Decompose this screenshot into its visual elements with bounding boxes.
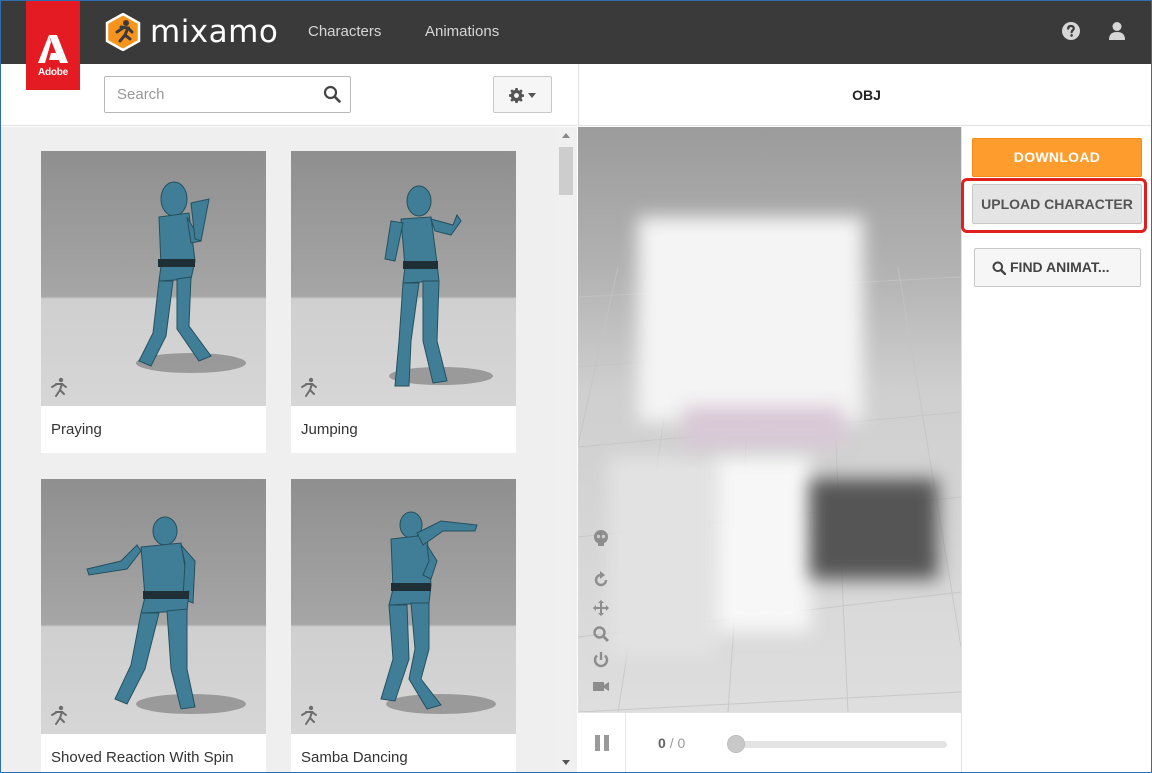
search-icon <box>992 261 1006 275</box>
timeline-slider-handle[interactable] <box>727 735 745 753</box>
action-sidebar: DOWNLOAD UPLOAD CHARACTER FIND ANIMAT... <box>961 127 1151 772</box>
running-figure-icon <box>301 377 317 397</box>
download-button[interactable]: DOWNLOAD <box>972 138 1142 177</box>
help-icon[interactable] <box>1061 21 1081 41</box>
animation-card-praying[interactable]: Praying <box>41 151 266 453</box>
scroll-down-arrow-icon[interactable] <box>562 760 570 765</box>
brand-name: mixamo <box>150 14 279 50</box>
current-frame: 0 <box>658 735 666 751</box>
3d-viewport[interactable] <box>578 127 961 712</box>
mixamo-app: mixamo Characters Animations Adobe Searc… <box>0 0 1152 773</box>
search-input[interactable] <box>105 77 315 112</box>
mixamo-logo[interactable]: mixamo <box>104 12 278 52</box>
animation-name: Praying <box>51 421 102 438</box>
search-box <box>104 76 351 113</box>
animation-grid: Praying Jumping Shoved Reaction With Spi… <box>1 127 577 772</box>
find-animations-button[interactable]: FIND ANIMAT... <box>974 248 1141 287</box>
frame-counter: 0 / 0 <box>658 735 685 751</box>
adobe-label: Adobe <box>37 67 69 78</box>
nav-animations-link[interactable]: Animations <box>425 23 499 40</box>
camera-icon[interactable] <box>592 677 610 695</box>
running-figure-icon <box>51 705 67 725</box>
blurred-region <box>716 457 811 632</box>
animation-thumbnail <box>41 479 266 734</box>
blurred-region <box>683 407 843 447</box>
pause-icon[interactable] <box>594 735 610 751</box>
character-preview-samba-dancing <box>380 511 496 714</box>
character-preview-praying <box>136 181 246 373</box>
nav-characters-link[interactable]: Characters <box>308 23 381 40</box>
chevron-down-icon <box>528 93 536 98</box>
animation-card-shoved-reaction[interactable]: Shoved Reaction With Spin <box>41 479 266 772</box>
adobe-badge[interactable]: Adobe <box>26 1 80 90</box>
adobe-logo-icon <box>38 35 68 63</box>
character-preview-shoved-reaction <box>86 516 246 714</box>
animation-card-samba-dancing[interactable]: Samba Dancing <box>291 479 516 772</box>
top-navigation-bar: mixamo Characters Animations <box>1 1 1151 64</box>
blurred-region <box>810 479 938 579</box>
running-figure-icon <box>51 377 67 397</box>
timeline-slider-track[interactable] <box>735 741 947 748</box>
move-icon[interactable] <box>592 599 610 617</box>
scrollbar-thumb[interactable] <box>559 147 573 195</box>
animation-grid-scrollbar[interactable] <box>557 127 575 772</box>
zoom-icon[interactable] <box>592 625 610 643</box>
blurred-region <box>638 217 863 422</box>
animation-name: Samba Dancing <box>301 749 408 766</box>
power-icon[interactable] <box>592 651 610 669</box>
settings-dropdown-button[interactable] <box>493 76 552 113</box>
animation-thumbnail <box>41 151 266 406</box>
skeleton-icon[interactable] <box>592 529 610 547</box>
animation-name: Jumping <box>301 421 358 438</box>
upload-character-button[interactable]: UPLOAD CHARACTER <box>972 184 1142 224</box>
scroll-up-arrow-icon[interactable] <box>562 133 570 138</box>
mixamo-logo-icon <box>105 13 141 51</box>
animation-thumbnail <box>291 479 516 734</box>
animation-name: Shoved Reaction With Spin <box>51 749 234 766</box>
gear-icon <box>509 88 524 103</box>
find-animations-label: FIND ANIMAT... <box>1010 259 1110 275</box>
animation-browser-header <box>1 64 577 126</box>
player-divider <box>625 713 626 772</box>
animation-thumbnail <box>291 151 516 406</box>
total-frames: / 0 <box>669 735 686 751</box>
search-icon[interactable] <box>323 85 341 103</box>
model-name: OBJ <box>852 87 881 103</box>
animation-player: 0 / 0 <box>578 712 961 772</box>
user-icon[interactable] <box>1108 21 1126 41</box>
running-figure-icon <box>301 705 317 725</box>
character-preview-jumping <box>384 185 493 387</box>
viewport-toolbar <box>592 529 612 699</box>
rotate-icon[interactable] <box>592 571 610 589</box>
animation-card-jumping[interactable]: Jumping <box>291 151 516 453</box>
model-header: OBJ <box>578 64 1151 126</box>
blurred-region <box>608 457 718 657</box>
